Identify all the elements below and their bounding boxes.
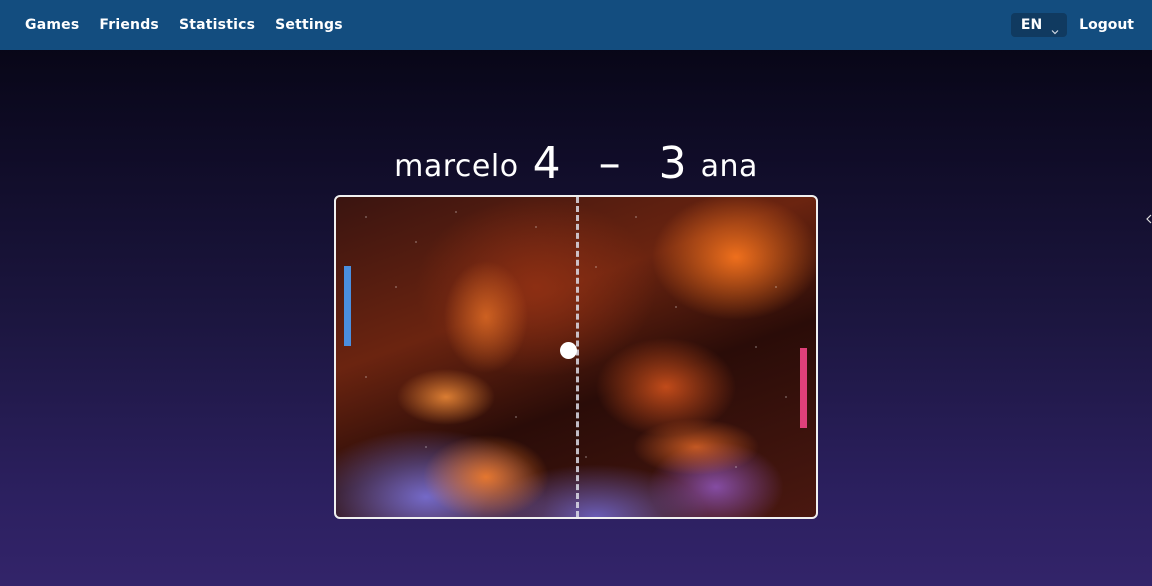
edge-handle-icon [1145,214,1152,224]
left-player-score: 4 [532,138,561,189]
score-separator: – [598,138,621,189]
top-navbar: Games Friends Statistics Settings EN Log… [0,0,1152,50]
language-value: EN [1020,17,1043,33]
scoreboard: marcelo 4 – 3 ana [0,128,1152,188]
left-player-name: marcelo [394,149,519,184]
nav-links: Games Friends Statistics Settings [25,17,343,33]
chevron-down-icon [1051,21,1059,35]
right-player-name: ana [700,149,758,184]
nav-link-settings[interactable]: Settings [275,17,343,33]
right-player-score: 3 [658,138,687,189]
logout-button[interactable]: Logout [1079,17,1134,33]
right-paddle [800,348,807,428]
nav-link-statistics[interactable]: Statistics [179,17,255,33]
nav-link-friends[interactable]: Friends [99,17,159,33]
pong-game-board[interactable] [334,195,818,519]
language-select[interactable]: EN [1010,13,1068,37]
nav-right: EN Logout [1010,13,1134,37]
nav-link-games[interactable]: Games [25,17,79,33]
center-net-line [576,197,579,517]
ball [560,342,577,359]
left-paddle [344,266,351,346]
